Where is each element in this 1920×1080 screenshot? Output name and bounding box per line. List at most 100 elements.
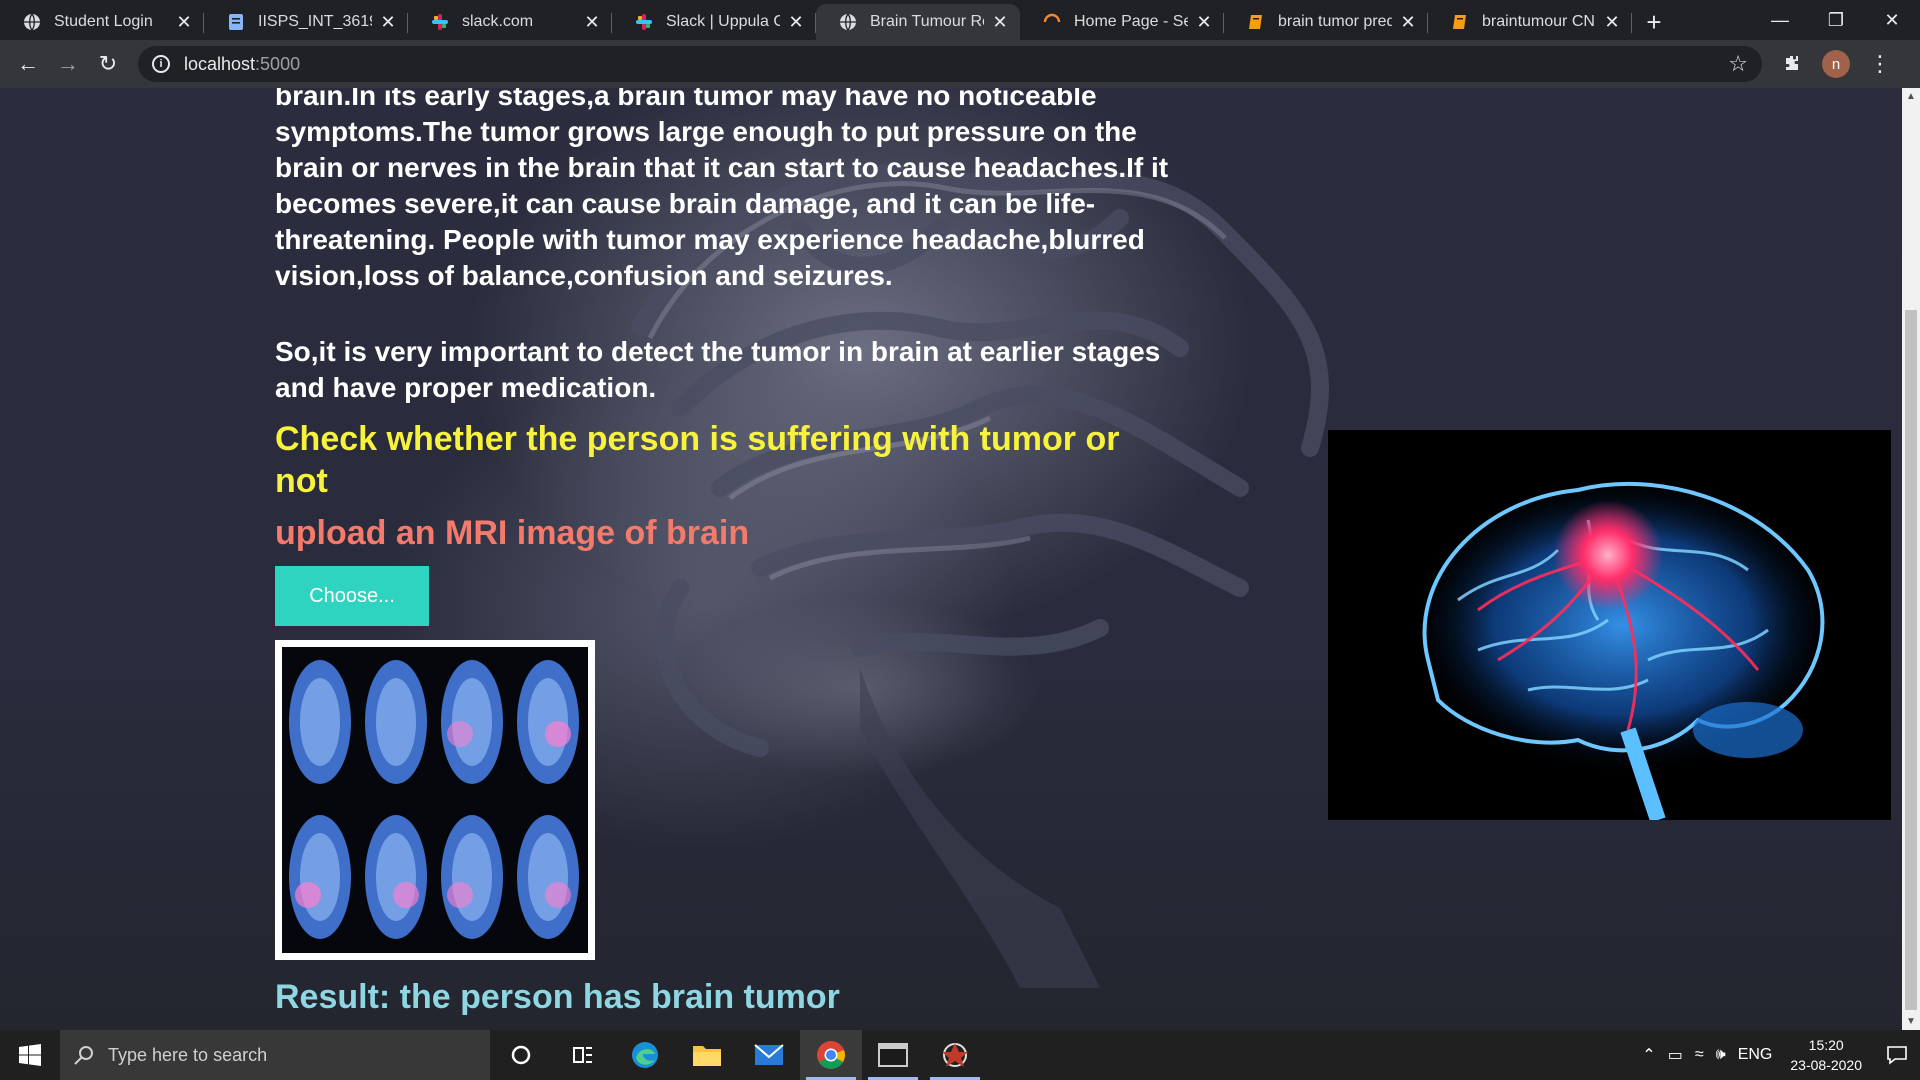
- mail-icon[interactable]: [738, 1030, 800, 1080]
- browser-tab[interactable]: Home Page - Selec ✕: [1020, 4, 1224, 40]
- browser-tab[interactable]: Brain Tumour Reco ✕: [816, 4, 1020, 40]
- show-hidden-icons-icon[interactable]: ⌃: [1636, 1045, 1661, 1065]
- taskbar-search-box[interactable]: Type here to search: [60, 1030, 490, 1080]
- globe-icon: [838, 12, 858, 32]
- battery-icon[interactable]: ▭: [1662, 1045, 1689, 1065]
- clock-time: 15:20: [1808, 1037, 1844, 1053]
- mri-tumor-spot: [545, 882, 571, 908]
- tab-title: Student Login: [54, 13, 153, 30]
- main-content: brain.In its early stages,a brain tumor …: [275, 88, 1175, 626]
- page-scrollbar[interactable]: ▲ ▼: [1902, 88, 1920, 1030]
- taskbar-search-placeholder: Type here to search: [108, 1044, 268, 1065]
- menu-dots-icon[interactable]: ⋮: [1860, 44, 1900, 84]
- profile-avatar[interactable]: n: [1822, 50, 1850, 78]
- mri-tumor-spot: [393, 882, 419, 908]
- close-window-button[interactable]: ✕: [1864, 0, 1920, 40]
- minimize-button[interactable]: —: [1752, 0, 1808, 40]
- windows-start-icon[interactable]: [0, 1030, 60, 1080]
- system-tray: ⌃ ▭ ≈ 🕪 ENG 15:20 23-08-2020: [1636, 1030, 1920, 1080]
- notebook-icon: [1246, 12, 1266, 32]
- mri-tumor-spot: [447, 882, 473, 908]
- mri-slice-core: [300, 678, 340, 766]
- browser-tab[interactable]: IISPS_INT_3619_Br ✕: [204, 4, 408, 40]
- tab-close-icon[interactable]: ✕: [582, 12, 602, 32]
- extensions-puzzle-icon[interactable]: [1772, 44, 1812, 84]
- mri-slice-core: [376, 833, 416, 921]
- mri-slice-core: [376, 678, 416, 766]
- address-port: :5000: [255, 53, 301, 74]
- windows-taskbar: Type here to search ⌃ ▭ ≈ 🕪 ENG 15:20 23…: [0, 1030, 1920, 1080]
- mri-scan-grid-image: [282, 647, 588, 953]
- clock[interactable]: 15:20 23-08-2020: [1790, 1035, 1862, 1075]
- tab-close-icon[interactable]: ✕: [990, 12, 1010, 32]
- tab-title: IISPS_INT_3619_Br: [258, 13, 372, 30]
- tab-close-icon[interactable]: ✕: [786, 12, 806, 32]
- back-button[interactable]: ←: [8, 44, 48, 84]
- browser-toolbar: ← → ↻ i localhost:5000 ☆ n ⋮: [0, 40, 1920, 88]
- globe-icon: [22, 12, 42, 32]
- file-explorer-icon[interactable]: [676, 1030, 738, 1080]
- clock-date: 23-08-2020: [1790, 1057, 1862, 1073]
- tab-close-icon[interactable]: ✕: [1602, 12, 1622, 32]
- forward-button[interactable]: →: [48, 44, 88, 84]
- wifi-icon[interactable]: ≈: [1689, 1046, 1710, 1064]
- site-info-icon[interactable]: i: [152, 55, 170, 73]
- tab-close-icon[interactable]: ✕: [1398, 12, 1418, 32]
- tab-title: braintumour CNN: [1482, 13, 1596, 30]
- address-host: localhost: [184, 53, 256, 74]
- tab-close-icon[interactable]: ✕: [174, 12, 194, 32]
- tab-list: Student Login✕IISPS_INT_3619_Br✕slack.co…: [0, 0, 1632, 40]
- cortana-icon[interactable]: [490, 1030, 552, 1080]
- mri-tumor-spot: [447, 721, 473, 747]
- uploaded-mri-preview: [275, 640, 595, 960]
- tab-title: Brain Tumour Reco: [870, 13, 984, 30]
- browser-tab[interactable]: Slack | Uppula Gn ✕: [612, 4, 816, 40]
- mri-slice-core: [528, 833, 568, 921]
- new-tab-button[interactable]: +: [1632, 4, 1676, 40]
- terminal-icon[interactable]: [862, 1030, 924, 1080]
- tab-strip: Student Login✕IISPS_INT_3619_Br✕slack.co…: [0, 0, 1920, 40]
- address-bar[interactable]: i localhost:5000 ☆: [138, 46, 1762, 82]
- app-icon[interactable]: [924, 1030, 986, 1080]
- search-icon: [74, 1046, 93, 1065]
- intro-paragraph: brain.In its early stages,a brain tumor …: [275, 88, 1169, 291]
- browser-tab[interactable]: brain tumor pred ✕: [1224, 4, 1428, 40]
- tab-title: brain tumor pred: [1278, 13, 1392, 30]
- result-text: Result: the person has brain tumor: [275, 978, 840, 1016]
- choose-file-button[interactable]: Choose...: [275, 566, 429, 626]
- reload-button[interactable]: ↻: [88, 44, 128, 84]
- glowing-brain-image: [1328, 430, 1891, 823]
- browser-tab[interactable]: Student Login ✕: [0, 4, 204, 40]
- browser-tab[interactable]: slack.com ✕: [408, 4, 612, 40]
- edge-icon[interactable]: [614, 1030, 676, 1080]
- tab-title: slack.com: [462, 13, 534, 30]
- browser-tab[interactable]: braintumour CNN ✕: [1428, 4, 1632, 40]
- tab-close-icon[interactable]: ✕: [1194, 12, 1214, 32]
- scrollbar-thumb[interactable]: [1905, 310, 1917, 1010]
- notification-center-icon[interactable]: [1874, 1030, 1920, 1080]
- web-page: brain.In its early stages,a brain tumor …: [0, 88, 1902, 1030]
- tab-separator: [1631, 13, 1632, 33]
- restore-button[interactable]: ❐: [1808, 0, 1864, 40]
- mri-tumor-spot: [545, 721, 571, 747]
- tab-title: Slack | Uppula Gn: [666, 13, 780, 30]
- bookmark-star-icon[interactable]: ☆: [1728, 51, 1748, 77]
- scroll-up-arrow-icon[interactable]: ▲: [1902, 88, 1920, 105]
- slack-icon: [430, 12, 450, 32]
- task-view-icon[interactable]: [552, 1030, 614, 1080]
- language-indicator[interactable]: ENG: [1732, 1046, 1779, 1064]
- loading-icon: [1042, 12, 1062, 32]
- slack-icon: [634, 12, 654, 32]
- scroll-down-arrow-icon[interactable]: ▼: [1902, 1013, 1920, 1030]
- chrome-icon[interactable]: [800, 1030, 862, 1080]
- tab-title: Home Page - Selec: [1074, 13, 1188, 30]
- window-controls: — ❐ ✕: [1752, 0, 1920, 40]
- importance-paragraph: So,it is very important to detect the tu…: [275, 336, 1161, 403]
- mri-tumor-spot: [295, 882, 321, 908]
- tab-close-icon[interactable]: ✕: [378, 12, 398, 32]
- check-heading: Check whether the person is suffering wi…: [275, 420, 1120, 500]
- document-icon: [226, 12, 246, 32]
- volume-icon[interactable]: 🕪: [1710, 1046, 1732, 1064]
- upload-heading: upload an MRI image of brain: [275, 514, 750, 552]
- notebook-icon: [1450, 12, 1470, 32]
